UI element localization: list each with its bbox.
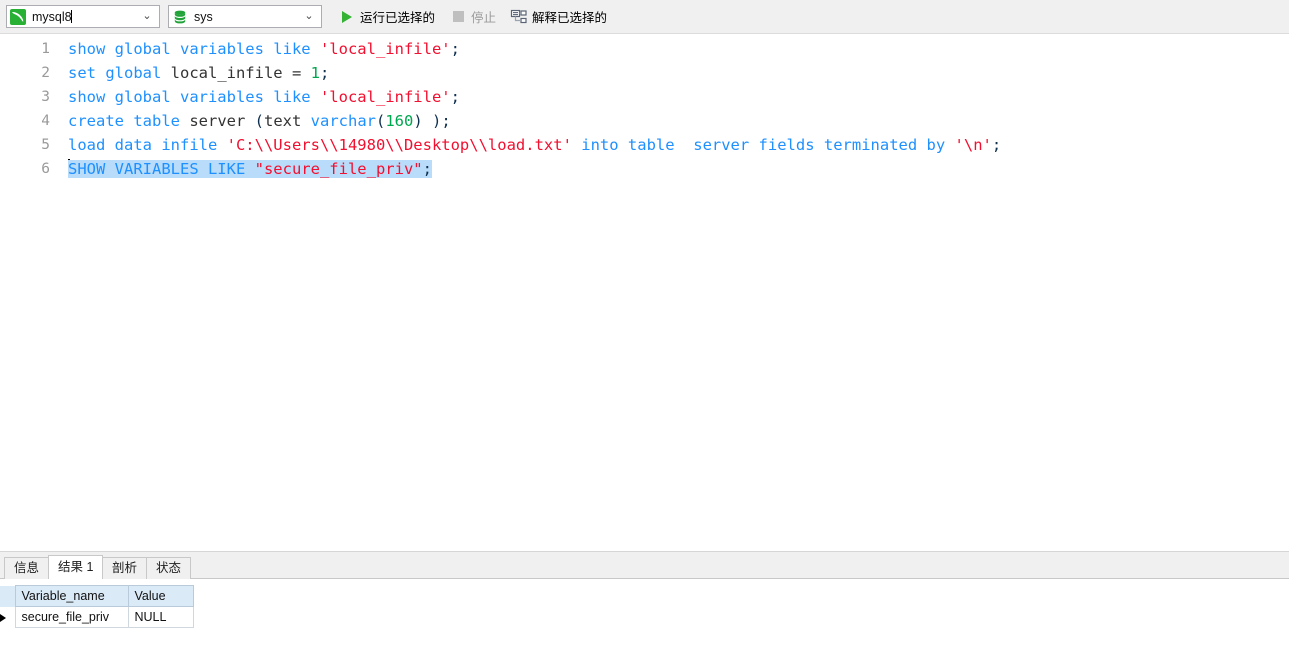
sql-token-kw: into table server fields terminated by — [581, 136, 955, 154]
run-selected-label: 运行已选择的 — [360, 11, 436, 25]
column-header-variable-name[interactable]: Variable_name — [14, 585, 129, 607]
sql-token-punc: ; — [991, 136, 1002, 154]
stop-label: 停止 — [471, 11, 497, 25]
cell-value[interactable]: NULL — [127, 606, 194, 628]
line-number: 2 — [41, 65, 50, 81]
result-table: Variable_name Value secure_file_priv NUL… — [0, 585, 194, 628]
sql-token-id: server — [189, 112, 255, 130]
sql-token-str: "secure_file_priv" — [254, 160, 423, 178]
sql-token-num: 160 — [385, 112, 414, 130]
stop-square-icon — [449, 9, 467, 25]
code-line[interactable]: load data infile 'C:\\Users\\14980\\Desk… — [68, 133, 1001, 157]
connection-label: mysql8 — [32, 9, 72, 24]
results-tab[interactable]: 信息 — [4, 557, 50, 579]
code-line-text: create table server (text varchar(160) )… — [68, 112, 451, 130]
code-line-text: load data infile 'C:\\Users\\14980\\Desk… — [68, 136, 1001, 154]
sql-token-punc: ; — [422, 160, 432, 178]
database-icon — [172, 9, 188, 25]
cell-variable-name[interactable]: secure_file_priv — [14, 606, 129, 628]
sql-token-kw: SHOW VARIABLES LIKE — [68, 160, 255, 178]
line-number-gutter: 1 2 3 4 5 6 — [0, 35, 57, 551]
line-number: 5 — [41, 137, 50, 153]
sql-token-punc: ) ); — [413, 112, 451, 130]
play-triangle-icon — [338, 9, 356, 25]
sql-token-str: 'C:\\Users\\14980\\Desktop\\load.txt' — [226, 136, 582, 154]
code-line[interactable]: create table server (text varchar(160) )… — [68, 109, 451, 133]
table-row[interactable]: secure_file_priv NULL — [0, 606, 194, 628]
current-row-marker — [0, 606, 15, 628]
sql-token-punc: ( — [254, 112, 264, 130]
sql-token-kw: show global variables like — [68, 40, 320, 58]
code-line-text: set global local_infile = 1; — [68, 64, 329, 82]
results-tab[interactable]: 剖析 — [102, 557, 148, 579]
results-tab-strip: 信息 结果 1 剖析 状态 — [0, 555, 1289, 579]
sql-token-punc: ; — [450, 88, 460, 106]
code-line-text: SHOW VARIABLES LIKE "secure_file_priv"; — [68, 160, 432, 178]
explain-selected-label: 解释已选择的 — [532, 11, 608, 25]
results-pane: 信息 结果 1 剖析 状态 Variable_name Value secure_fi… — [0, 555, 1289, 651]
sql-token-kw: create table — [68, 112, 190, 130]
line-number: 3 — [41, 89, 50, 105]
table-header-row: Variable_name Value — [0, 585, 194, 607]
sql-token-id: local_infile — [170, 64, 292, 82]
sql-token-num: 1 — [310, 64, 320, 82]
code-line-text: show global variables like 'local_infile… — [68, 40, 460, 58]
sql-token-str: '\n' — [954, 136, 992, 154]
code-line[interactable]: SHOW VARIABLES LIKE "secure_file_priv"; — [68, 157, 432, 181]
code-line[interactable]: show global variables like 'local_infile… — [68, 37, 460, 61]
sql-token-punc: ; — [450, 40, 460, 58]
code-line[interactable]: set global local_infile = 1; — [68, 61, 329, 85]
sql-token-id: text — [264, 112, 311, 130]
explain-plan-icon — [510, 9, 528, 25]
results-tab[interactable]: 结果 1 — [48, 555, 104, 579]
table-body: secure_file_priv NULL — [0, 606, 194, 628]
text-cursor — [70, 9, 72, 23]
run-selected-button[interactable]: 运行已选择的 — [334, 5, 441, 29]
sql-token-str: 'local_infile' — [319, 88, 451, 106]
sql-token-punc: ( — [376, 112, 386, 130]
sql-token-punc: ; — [320, 64, 330, 82]
sql-token-op: = — [291, 64, 311, 82]
chevron-down-icon[interactable]: ⌄ — [139, 11, 155, 22]
line-number: 4 — [41, 113, 50, 129]
schema-label: sys — [194, 9, 213, 24]
line-number: 1 — [41, 41, 50, 57]
sql-token-kw: load data infile — [68, 136, 227, 154]
connection-selector[interactable]: mysql8 ⌄ — [6, 5, 160, 28]
row-marker-header — [0, 585, 15, 607]
sql-token-kw: set global — [68, 64, 171, 82]
chevron-down-icon[interactable]: ⌄ — [301, 11, 317, 22]
sql-token-kw: show global variables like — [68, 88, 320, 106]
schema-selector[interactable]: sys ⌄ — [168, 5, 322, 28]
code-line[interactable]: show global variables like 'local_infile… — [68, 85, 460, 109]
mysql-dolphin-icon — [10, 8, 26, 25]
explain-selected-button[interactable]: 解释已选择的 — [506, 5, 613, 29]
main-toolbar: mysql8 ⌄ sys ⌄ 运行已选择的 停止 解释已选择的 — [0, 0, 1289, 34]
stop-button[interactable]: 停止 — [445, 5, 502, 29]
line-number: 6 — [41, 161, 50, 177]
results-tab[interactable]: 状态 — [146, 557, 192, 579]
column-header-value[interactable]: Value — [127, 585, 194, 607]
sql-editor[interactable]: 1 2 3 4 5 6 show global variables like 'local… — [0, 35, 1289, 551]
sql-token-kw: varchar — [310, 112, 376, 130]
result-grid[interactable]: Variable_name Value secure_file_priv NUL… — [0, 585, 194, 628]
code-line-text: show global variables like 'local_infile… — [68, 88, 460, 106]
sql-token-str: 'local_infile' — [319, 40, 451, 58]
